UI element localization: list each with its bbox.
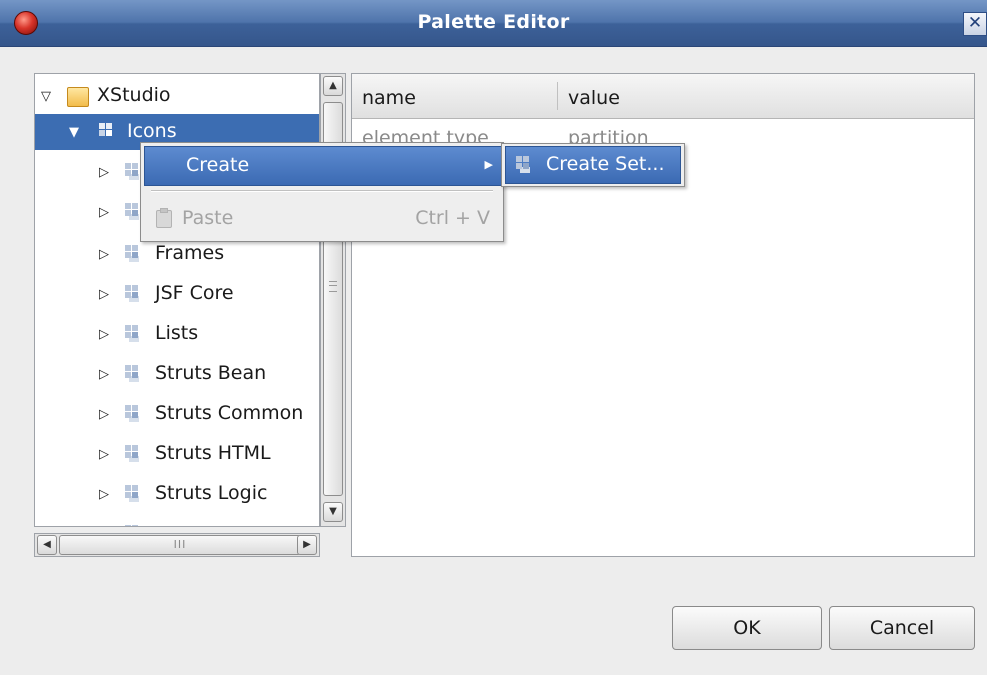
palette-set-icon (125, 445, 145, 463)
tree-item-struts-logic[interactable]: ▷ Struts Logic (35, 476, 319, 512)
collapsed-arrow-icon[interactable]: ▷ (99, 247, 109, 262)
palette-set-icon (125, 525, 145, 526)
expand-arrow-icon[interactable]: ▼ (69, 125, 79, 140)
scroll-down-icon[interactable]: ▼ (323, 502, 343, 522)
submenu-arrow-icon: ▶ (484, 158, 493, 171)
title-bar: Palette Editor ✕ (0, 0, 987, 47)
tree-item-label: Struts HTML (155, 442, 271, 464)
collapsed-arrow-icon[interactable]: ▷ (99, 367, 109, 382)
table-header: name value (352, 74, 974, 119)
menu-item-create-set[interactable]: Create Set... (505, 146, 681, 184)
tree-item-label: Icons (127, 120, 177, 142)
menu-item-label: Create (186, 154, 250, 176)
tree-item-label: Struts Bean (155, 362, 267, 384)
tree-item-jsf-core[interactable]: ▷ JSF Core (35, 276, 319, 312)
collapsed-arrow-icon[interactable]: ▷ (99, 287, 109, 302)
context-menu: Create ▶ Paste Ctrl + V (140, 142, 504, 242)
menu-item-label: Create Set... (546, 153, 665, 175)
close-button[interactable]: ✕ (963, 12, 987, 36)
column-header-value[interactable]: value (568, 87, 620, 109)
menu-separator (151, 190, 493, 192)
tree-item-label: Frames (155, 242, 225, 264)
tree-horizontal-scrollbar[interactable]: ◀ III ▶ (34, 533, 320, 557)
expand-arrow-icon[interactable]: ▽ (41, 89, 51, 104)
palette-set-icon (125, 285, 145, 303)
collapsed-arrow-icon[interactable]: ▷ (99, 407, 109, 422)
folder-icon (67, 87, 89, 107)
collapsed-arrow-icon[interactable]: ▷ (99, 165, 109, 180)
column-separator[interactable] (557, 82, 558, 110)
create-submenu: Create Set... (501, 143, 685, 187)
menu-item-shortcut: Ctrl + V (415, 207, 490, 229)
collapsed-arrow-icon[interactable]: ▷ (99, 205, 109, 220)
tree-item-struts-common[interactable]: ▷ Struts Common (35, 396, 319, 432)
palette-set-icon (125, 405, 145, 423)
collapsed-arrow-icon[interactable]: ▷ (99, 447, 109, 462)
tree-item-label: Lists (155, 322, 199, 344)
grip-icon (329, 281, 337, 292)
tree-item-label: XStudio (97, 84, 171, 106)
palette-set-icon (125, 485, 145, 503)
menu-item-create[interactable]: Create ▶ (144, 146, 502, 186)
column-header-name[interactable]: name (362, 87, 416, 109)
menu-item-paste[interactable]: Paste Ctrl + V (144, 199, 500, 237)
window-title: Palette Editor (417, 11, 570, 33)
scroll-right-icon[interactable]: ▶ (297, 535, 317, 555)
scroll-left-icon[interactable]: ◀ (37, 535, 57, 555)
ok-button[interactable]: OK (672, 606, 822, 650)
cancel-button[interactable]: Cancel (829, 606, 975, 650)
palette-set-icon (125, 325, 145, 343)
tree-root-xstudio[interactable]: ▽ XStudio (35, 78, 319, 114)
tree-item-struts-bean[interactable]: ▷ Struts Bean (35, 356, 319, 392)
tree-item-lists[interactable]: ▷ Lists (35, 316, 319, 352)
create-set-icon (516, 156, 536, 174)
tree-item-label: Struts Logic (155, 482, 268, 504)
tree-item-partial[interactable]: ▷ (35, 516, 319, 526)
collapsed-arrow-icon[interactable]: ▷ (99, 327, 109, 342)
collapsed-arrow-icon[interactable]: ▷ (99, 487, 109, 502)
scroll-up-icon[interactable]: ▲ (323, 76, 343, 96)
palette-set-icon (125, 365, 145, 383)
menu-item-label: Paste (182, 207, 234, 229)
tree-item-label: Struts Common (155, 402, 304, 424)
tree-item-label: JSF Core (155, 282, 234, 304)
palette-set-icon (99, 123, 119, 141)
tree-item-struts-html[interactable]: ▷ Struts HTML (35, 436, 319, 472)
palette-set-icon (125, 245, 145, 263)
paste-icon (156, 208, 172, 228)
scroll-thumb[interactable]: III (59, 535, 301, 555)
